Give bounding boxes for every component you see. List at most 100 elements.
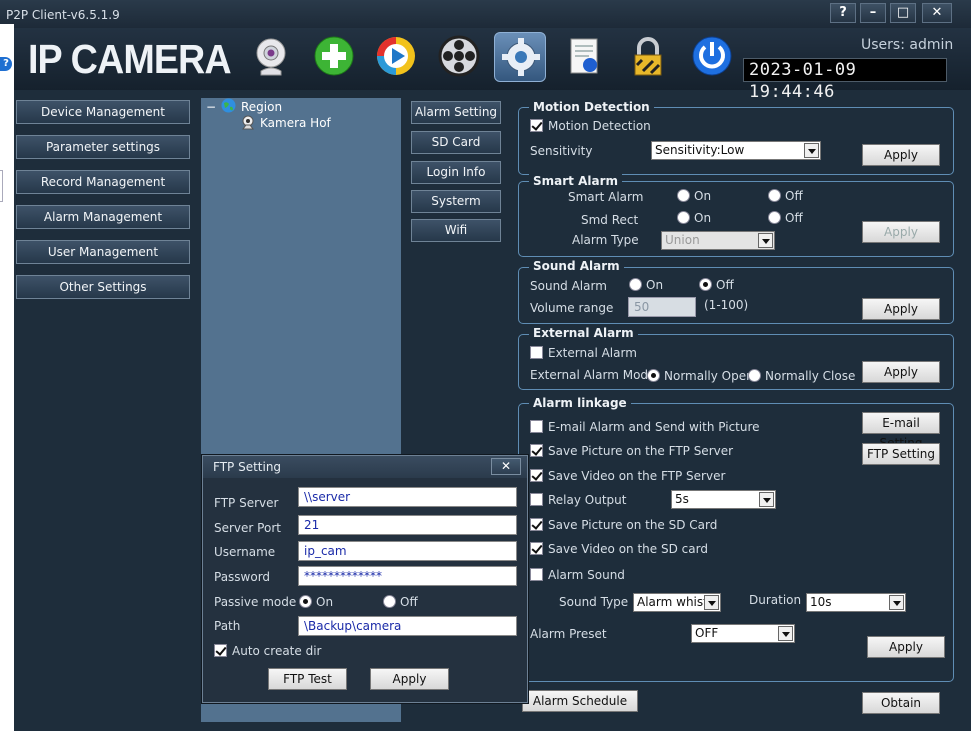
normally-close-label: Normally Close: [765, 369, 856, 383]
sidebar-item-parameter-settings[interactable]: Parameter settings: [16, 135, 190, 159]
ftp-test-button[interactable]: FTP Test: [268, 668, 347, 690]
users-label: Users: admin: [861, 37, 954, 53]
ftp-video-label: Save Video on the FTP Server: [548, 469, 726, 483]
obtain-button[interactable]: Obtain: [862, 692, 940, 714]
volume-range-label: Volume range: [530, 301, 614, 315]
chevron-down-icon: [778, 626, 793, 641]
normally-open-label: Normally Open: [664, 369, 754, 383]
normally-open-radio[interactable]: [647, 369, 660, 382]
add-icon[interactable]: [308, 32, 360, 82]
chevron-down-icon: [704, 595, 719, 610]
alarm-sound-checkbox[interactable]: [530, 568, 543, 581]
help-button[interactable]: ?: [830, 3, 856, 23]
tree-node-camera[interactable]: Kamera Hof: [260, 116, 331, 130]
tree-node-region[interactable]: Region: [241, 100, 282, 114]
username-input[interactable]: ip_cam: [298, 541, 517, 561]
motion-detection-title: Motion Detection: [529, 100, 654, 114]
smart-alarm-off-radio[interactable]: [768, 189, 781, 202]
sound-alarm-label: Sound Alarm: [530, 279, 607, 293]
ftp-setting-button[interactable]: FTP Setting: [862, 443, 940, 465]
globe-icon: [221, 98, 236, 116]
maximize-button[interactable]: □: [890, 3, 916, 23]
volume-range-hint: (1-100): [704, 298, 749, 312]
camera-node-icon: [240, 115, 256, 133]
sd-picture-checkbox[interactable]: [530, 518, 543, 531]
password-input[interactable]: *************: [298, 566, 517, 586]
auto-create-dir-checkbox[interactable]: [214, 644, 227, 657]
alarm-type-select[interactable]: Union: [661, 231, 775, 250]
smart-alarm-off-label: Off: [785, 189, 803, 203]
sidebar-item-other-settings[interactable]: Other Settings: [16, 275, 190, 299]
sd-video-checkbox[interactable]: [530, 542, 543, 555]
sidebar-item-record-management[interactable]: Record Management: [16, 170, 190, 194]
power-icon[interactable]: [686, 32, 738, 82]
smart-alarm-on-label: On: [694, 189, 712, 203]
lock-icon[interactable]: [622, 32, 674, 82]
close-button[interactable]: ✕: [922, 3, 952, 23]
alarm-preset-select[interactable]: OFF: [691, 624, 795, 643]
sensitivity-select[interactable]: Sensitivity:Low: [651, 141, 821, 160]
volume-input[interactable]: 50: [628, 297, 696, 317]
sidebar-item-user-management[interactable]: User Management: [16, 240, 190, 264]
sound-alarm-off-radio[interactable]: [699, 278, 712, 291]
alarm-schedule-button[interactable]: Alarm Schedule: [522, 690, 638, 712]
motion-apply-button[interactable]: Apply: [862, 144, 940, 166]
tab-sd-card[interactable]: SD Card: [411, 131, 501, 154]
passive-off-radio[interactable]: [383, 595, 396, 608]
ftp-apply-button[interactable]: Apply: [370, 668, 449, 690]
duration-select[interactable]: 10s: [806, 593, 906, 612]
smd-rect-on-radio[interactable]: [677, 211, 690, 224]
ftp-server-input[interactable]: \\server: [298, 487, 517, 507]
smd-rect-off-label: Off: [785, 211, 803, 225]
external-alarm-label: External Alarm: [548, 346, 637, 360]
chevron-down-icon: [758, 233, 773, 248]
sound-alarm-title: Sound Alarm: [529, 259, 624, 273]
film-reel-icon[interactable]: [433, 32, 485, 82]
tab-system[interactable]: Systerm: [411, 190, 501, 213]
path-input[interactable]: \Backup\camera: [298, 616, 517, 636]
close-icon[interactable]: ✕: [491, 458, 521, 475]
sound-type-select[interactable]: Alarm whistle: [633, 593, 721, 612]
tab-wifi[interactable]: Wifi: [411, 219, 501, 242]
relay-output-label: Relay Output: [548, 493, 627, 507]
tab-alarm-setting[interactable]: Alarm Setting: [411, 101, 501, 124]
ftp-picture-checkbox[interactable]: [530, 444, 543, 457]
linkage-apply-button[interactable]: Apply: [867, 636, 945, 658]
sidebar-item-alarm-management[interactable]: Alarm Management: [16, 205, 190, 229]
email-alarm-checkbox[interactable]: [530, 420, 543, 433]
normally-close-radio[interactable]: [748, 369, 761, 382]
server-port-input[interactable]: 21: [298, 515, 517, 535]
smart-apply-button[interactable]: Apply: [862, 221, 940, 243]
sound-apply-button[interactable]: Apply: [862, 298, 940, 320]
gear-icon[interactable]: [494, 32, 546, 82]
smd-rect-on-label: On: [694, 211, 712, 225]
sd-picture-label: Save Picture on the SD Card: [548, 518, 718, 532]
email-alarm-label: E-mail Alarm and Send with Picture: [548, 420, 760, 434]
webcam-icon[interactable]: [245, 32, 297, 82]
email-setting-button[interactable]: E-mail Setting: [862, 412, 940, 450]
sound-alarm-on-radio[interactable]: [629, 278, 642, 291]
sd-video-label: Save Video on the SD card: [548, 542, 708, 556]
relay-output-checkbox[interactable]: [530, 493, 543, 506]
datetime-display: 2023-01-09 19:44:46: [743, 58, 947, 102]
alarm-preset-label: Alarm Preset: [530, 627, 607, 641]
external-apply-button[interactable]: Apply: [862, 361, 940, 383]
sidebar-item-device-management[interactable]: Device Management: [16, 100, 190, 124]
minimize-button[interactable]: –: [860, 3, 886, 23]
motion-detection-checkbox[interactable]: [530, 119, 543, 132]
window-title: P2P Client-v6.5.1.9: [6, 8, 120, 22]
external-alarm-checkbox[interactable]: [530, 346, 543, 359]
tree-collapse-toggle[interactable]: −: [206, 100, 216, 114]
document-icon[interactable]: [558, 32, 610, 82]
smd-rect-off-radio[interactable]: [768, 211, 781, 224]
alarm-linkage-title: Alarm linkage: [529, 396, 631, 410]
tab-login-info[interactable]: Login Info: [411, 161, 501, 184]
chevron-down-icon: [804, 143, 819, 158]
ftp-video-checkbox[interactable]: [530, 469, 543, 482]
play-icon[interactable]: [370, 32, 422, 82]
passive-on-radio[interactable]: [299, 595, 312, 608]
passive-on-label: On: [316, 595, 334, 609]
relay-output-select[interactable]: 5s: [671, 490, 776, 509]
ftp-server-label: FTP Server: [214, 496, 279, 510]
smart-alarm-on-radio[interactable]: [677, 189, 690, 202]
